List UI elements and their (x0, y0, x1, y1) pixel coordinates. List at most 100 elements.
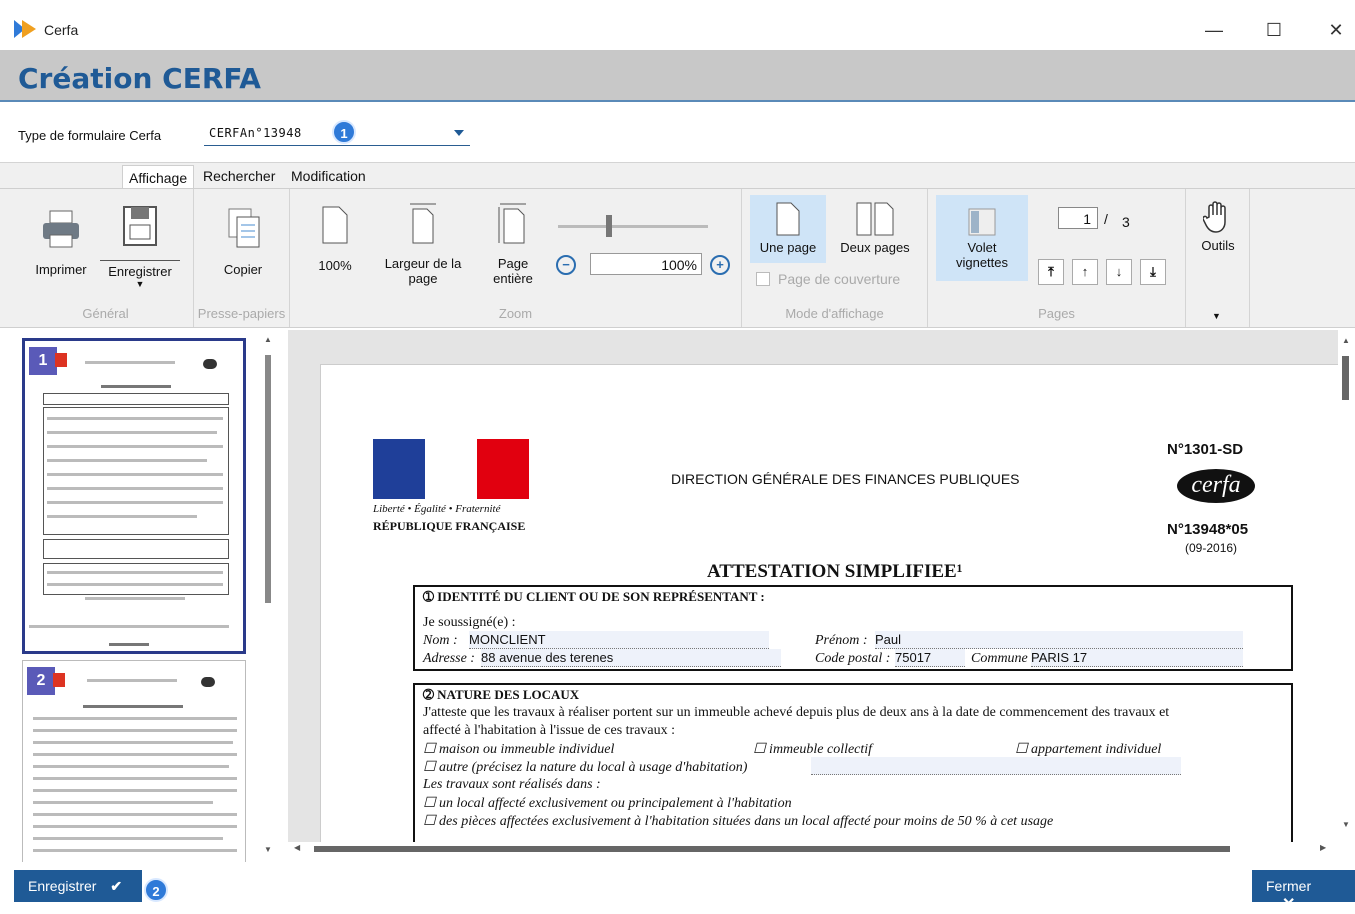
tab-affichage[interactable]: Affichage (122, 165, 195, 189)
page-header: Création CERFA (0, 50, 1355, 102)
thumbnail-scrollbar[interactable]: ▲ ▼ (262, 335, 274, 857)
thumbnail-page-1[interactable]: 1 (22, 338, 246, 654)
thumbnail-panel: 1 2 (14, 332, 278, 862)
cover-page-checkbox[interactable]: Page de couverture (756, 271, 900, 287)
cerfa-logo-icon (203, 359, 217, 369)
zoom-slider[interactable] (558, 215, 708, 237)
tab-modification[interactable]: Modification (286, 167, 371, 185)
tab-rechercher[interactable]: Rechercher (198, 167, 280, 185)
group-general-label: Général (82, 306, 129, 321)
form-type-label: Type de formulaire Cerfa (18, 128, 162, 143)
one-page-button[interactable]: Une page (750, 195, 826, 263)
step-badge-1: 1 (332, 120, 356, 144)
prenom-field[interactable]: Paul (875, 631, 1243, 649)
one-page-label: Une page (759, 240, 817, 255)
fit-width-button[interactable]: Largeur de la page (378, 201, 468, 286)
tools-label: Outils (1201, 238, 1235, 253)
checkbox-maison[interactable]: ☐ maison ou immeuble individuel (423, 741, 614, 758)
autre-field[interactable] (811, 757, 1181, 775)
checkbox-local[interactable]: ☐ un local affecté exclusivement ou prin… (423, 795, 792, 812)
chevron-down-icon (454, 130, 464, 136)
check-icon: ✔ (110, 878, 123, 894)
save-icon (123, 206, 157, 246)
copy-button[interactable]: Copier (208, 205, 278, 277)
checkbox-autre[interactable]: ☐ autre (précisez la nature du local à u… (423, 759, 747, 776)
thumbnails-panel-button[interactable]: Volet vignettes (936, 195, 1028, 281)
minimize-button[interactable]: — (1196, 12, 1232, 48)
full-page-label-2: entière (493, 271, 533, 286)
group-clipboard: Copier Presse-papiers (194, 189, 290, 327)
marianne-logo (373, 439, 529, 499)
group-tools: Outils ▼ (1186, 189, 1250, 327)
adresse-field[interactable]: 88 avenue des terenes (481, 649, 781, 667)
scrollbar-thumb[interactable] (314, 846, 1230, 852)
thumbnail-page-2[interactable]: 2 (22, 660, 246, 862)
zoom-slider-thumb[interactable] (605, 215, 612, 237)
nom-field[interactable]: MONCLIENT (469, 631, 769, 649)
printer-icon (43, 210, 79, 248)
hand-icon (1202, 201, 1226, 233)
document-vscrollbar[interactable]: ▲ ▼ (1338, 330, 1354, 842)
last-page-button[interactable]: ⤓ (1140, 259, 1166, 285)
save-ribbon-button[interactable]: Enregistrer ▼ (100, 203, 180, 289)
checkbox-pieces[interactable]: ☐ des pièces affectées exclusivement à l… (423, 813, 1053, 830)
next-page-button[interactable]: ↓ (1106, 259, 1132, 285)
save-button-label: Enregistrer (28, 878, 97, 894)
cerfa-logo-icon (201, 677, 215, 687)
cover-page-label: Page de couverture (778, 271, 901, 287)
page-icon (322, 206, 348, 244)
document-page: Liberté • Égalité • Fraternité RÉPUBLIQU… (320, 364, 1338, 842)
motto-text: Liberté • Égalité • Fraternité (373, 503, 501, 515)
close-button[interactable]: Fermer ✕ (1252, 870, 1355, 913)
zoom-in-icon[interactable]: + (710, 255, 730, 275)
group-display-label: Mode d'affichage (785, 306, 884, 321)
document-title: ATTESTATION SIMPLIFIEE¹ (707, 561, 963, 582)
print-button[interactable]: Imprimer (26, 207, 96, 277)
form-ref-2: N°13948*05 (1167, 521, 1249, 538)
footer (0, 862, 1355, 906)
group-display: Une page Deux pages Page de couverture M… (742, 189, 928, 327)
tools-button[interactable]: Outils (1194, 199, 1242, 253)
scrollbar-thumb[interactable] (265, 355, 271, 603)
close-icon: ✕ (1282, 896, 1296, 913)
copy-label: Copier (223, 262, 263, 277)
checkbox-immeuble[interactable]: ☐ immeuble collectif (753, 741, 872, 758)
step-badge-2: 2 (144, 878, 168, 902)
checkbox-icon (756, 272, 770, 286)
scrollbar-thumb[interactable] (1342, 356, 1349, 400)
works-label: Les travaux sont réalisés dans : (423, 777, 601, 792)
checkbox-appartement[interactable]: ☐ appartement individuel (1015, 741, 1161, 758)
form-type-select[interactable]: CERFAn°13948 1 (204, 120, 470, 146)
ribbon-collapse-icon[interactable]: ▼ (1212, 311, 1221, 321)
full-page-button[interactable]: Page entière (480, 201, 546, 286)
title-bar: Cerfa — ☐ ✕ (0, 0, 1355, 50)
ribbon-tabs: Affichage Rechercher Modification (0, 162, 1355, 189)
document-hscrollbar[interactable]: ◀ ▶ (288, 842, 1338, 856)
zoom-out-icon[interactable]: − (556, 255, 576, 275)
page-number-input[interactable]: 1 (1058, 207, 1098, 229)
commune-field[interactable]: PARIS 17 (1031, 649, 1243, 667)
full-page-icon (498, 203, 526, 244)
maximize-button[interactable]: ☐ (1256, 12, 1292, 48)
fit-width-label-2: page (408, 271, 438, 286)
group-zoom: 100% Largeur de la page Page entière − 1… (290, 189, 742, 327)
group-general: Imprimer Enregistrer ▼ Général (18, 189, 194, 327)
page-title: Création CERFA (18, 62, 261, 95)
close-window-button[interactable]: ✕ (1318, 12, 1354, 48)
two-pages-icon (856, 202, 894, 236)
first-page-button[interactable]: ⤒ (1038, 259, 1064, 285)
zoom-input[interactable]: 100% (590, 253, 702, 275)
form-ref-1: N°1301-SD (1167, 441, 1244, 458)
copy-icon (228, 208, 260, 248)
save-ribbon-label: Enregistrer (100, 260, 180, 279)
republic-text: RÉPUBLIQUE FRANÇAISE (373, 519, 526, 533)
zoom-100-button[interactable]: 100% (310, 205, 360, 273)
save-button[interactable]: Enregistrer ✔ (14, 870, 142, 902)
previous-page-button[interactable]: ↑ (1072, 259, 1098, 285)
cp-field[interactable]: 75017 (895, 649, 965, 667)
group-pages: Volet vignettes 1 / 3 ⤒ ↑ ↓ ⤓ Pages (928, 189, 1186, 327)
two-pages-button[interactable]: Deux pages (834, 195, 916, 263)
thumbnail-panel-icon (968, 208, 996, 236)
two-pages-label: Deux pages (840, 240, 910, 255)
document-viewer: Liberté • Égalité • Fraternité RÉPUBLIQU… (288, 330, 1338, 842)
